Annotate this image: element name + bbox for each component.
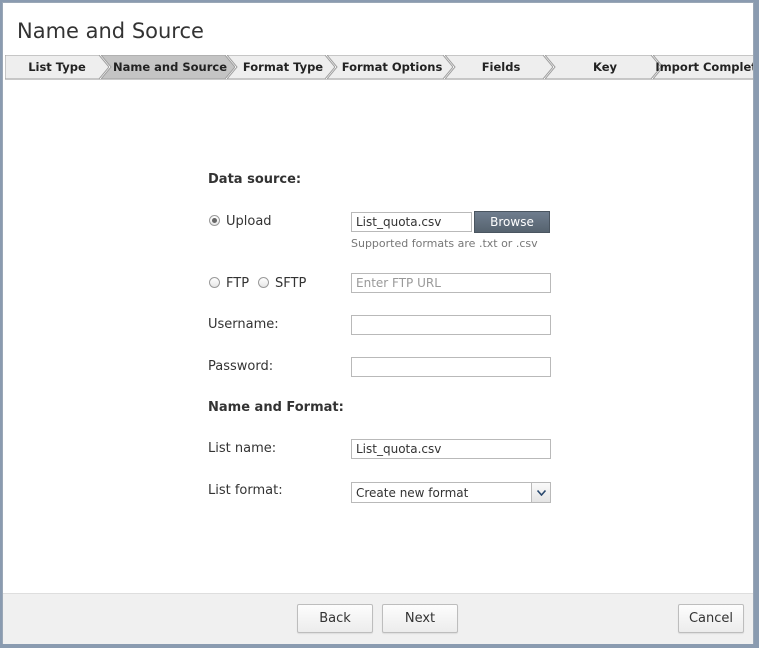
browse-button[interactable]: Browse (474, 211, 550, 233)
list-format-select[interactable]: Create new format (351, 482, 551, 503)
wizard-step-import-complete[interactable]: Import Complete (653, 55, 753, 79)
sftp-label: SFTP (275, 276, 307, 291)
list-name-input[interactable] (351, 439, 551, 459)
next-button[interactable]: Next (382, 604, 458, 633)
password-input[interactable] (351, 357, 551, 377)
wizard-step-name-and-source[interactable]: Name and Source (101, 55, 235, 79)
file-path-input[interactable] (351, 212, 472, 232)
ftp-label: FTP (226, 276, 250, 291)
wizard-step-label: Format Options (341, 60, 443, 74)
name-format-heading: Name and Format: (208, 400, 344, 415)
wizard-step-key[interactable]: Key (545, 55, 661, 79)
import-list-dialog: Name and Source List Type Name and Source… (2, 2, 754, 644)
wizard-step-format-type[interactable]: Format Type (227, 55, 335, 79)
back-button[interactable]: Back (297, 604, 373, 633)
upload-radio[interactable] (209, 215, 220, 226)
wizard-step-label: Key (592, 60, 617, 74)
ftp-url-input[interactable] (351, 273, 551, 293)
list-format-value: Create new format (356, 486, 469, 500)
wizard-step-label: Format Type (242, 60, 324, 74)
wizard-step-format-options[interactable]: Format Options (327, 55, 453, 79)
data-source-heading: Data source: (208, 172, 302, 187)
list-name-label: List name: (208, 441, 277, 456)
sftp-radio[interactable] (258, 277, 269, 288)
dialog-footer: Back Next Cancel (3, 593, 753, 644)
page-title: Name and Source (17, 19, 204, 43)
cancel-button[interactable]: Cancel (678, 604, 744, 633)
upload-label: Upload (226, 214, 272, 229)
list-format-label: List format: (208, 483, 283, 498)
username-label: Username: (208, 317, 279, 332)
username-input[interactable] (351, 315, 551, 335)
wizard-step-label: List Type (28, 60, 86, 74)
supported-formats-hint: Supported formats are .txt or .csv (351, 237, 538, 250)
wizard-step-label: Import Complete (655, 60, 753, 74)
wizard-step-list-type[interactable]: List Type (5, 55, 109, 79)
wizard-step-label: Name and Source (112, 60, 227, 74)
wizard-steps: List Type Name and Source Format Type Forma… (5, 55, 753, 80)
chevron-down-icon[interactable] (531, 483, 550, 502)
ftp-radio[interactable] (209, 277, 220, 288)
wizard-step-label: Fields (481, 60, 521, 74)
wizard-step-fields[interactable]: Fields (445, 55, 553, 79)
password-label: Password: (208, 359, 274, 374)
